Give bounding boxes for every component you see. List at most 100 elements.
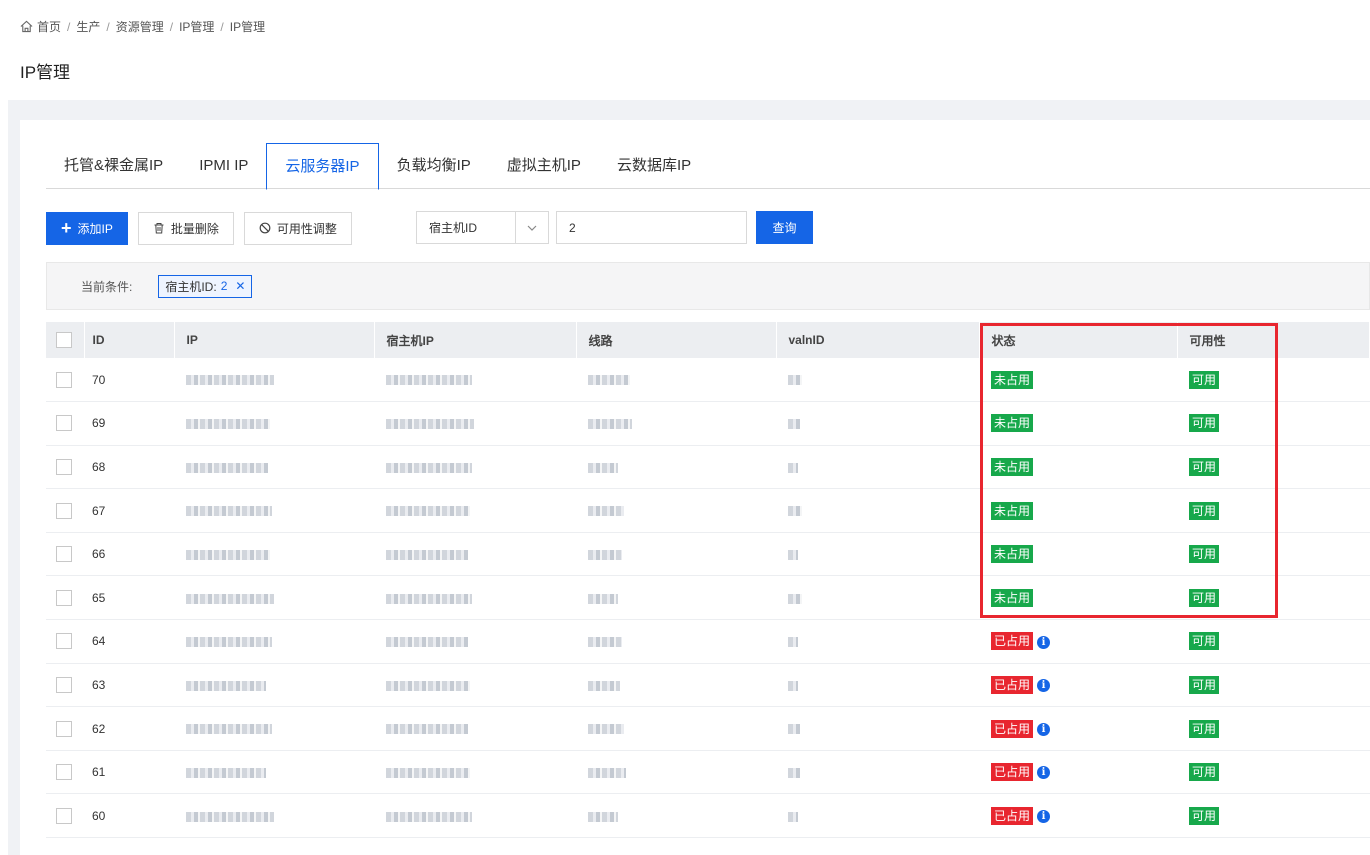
redacted-line [588, 593, 618, 604]
table-row[interactable]: 66 未占用 可用 [46, 532, 1370, 576]
availability-adjust-button[interactable]: 可用性调整 [243, 211, 352, 245]
cell-line [576, 663, 776, 707]
info-icon[interactable]: i [1037, 766, 1051, 780]
table-row[interactable]: 68 未占用 可用 [46, 445, 1370, 489]
cell-vlanid [776, 707, 979, 751]
condition-tag[interactable]: 宿主机ID: 2 ✕ [158, 274, 253, 298]
info-icon[interactable]: i [1037, 635, 1051, 649]
info-icon[interactable]: i [1037, 679, 1051, 693]
cell-id: 67 [92, 503, 106, 518]
cell-line [576, 576, 776, 620]
row-checkbox[interactable] [56, 546, 72, 563]
availability-badge: 可用 [1189, 414, 1220, 433]
breadcrumb-item-home[interactable]: 首页 [37, 18, 61, 35]
redacted-line [588, 637, 622, 648]
table-row[interactable]: 63 已占用 i 可用 [46, 663, 1370, 707]
query-button[interactable]: 查询 [756, 211, 813, 244]
table-row[interactable]: 65 未占用 可用 [46, 576, 1370, 620]
row-checkbox[interactable] [56, 502, 72, 519]
redacted-ip [186, 724, 272, 735]
tab-virtual-host-ip[interactable]: 虚拟主机IP [489, 143, 599, 189]
toolbar: + 添加IP 批量删除 可用性调整 [46, 211, 362, 245]
table-row[interactable]: 70 未占用 可用 [46, 358, 1370, 402]
redacted-vlanid [788, 375, 802, 386]
home-icon[interactable] [20, 20, 33, 33]
cell-status: 未占用 [979, 445, 1177, 489]
redacted-ip [186, 419, 270, 430]
redacted-line [588, 506, 624, 517]
cell-line [576, 445, 776, 489]
table-row[interactable]: 69 未占用 可用 [46, 402, 1370, 446]
tab-cloud-database-ip[interactable]: 云数据库IP [599, 143, 709, 189]
batch-delete-button[interactable]: 批量删除 [137, 211, 234, 245]
availability-badge: 可用 [1189, 763, 1220, 782]
table-row[interactable]: 60 已占用 i 可用 [46, 794, 1370, 838]
cell-id: 66 [92, 547, 106, 562]
redacted-ip [186, 506, 272, 517]
cell-ip [174, 707, 374, 751]
cell-id: 63 [92, 677, 106, 692]
redacted-ip [186, 637, 272, 648]
add-ip-button[interactable]: + 添加IP [46, 211, 128, 245]
table-row[interactable]: 61 已占用 i 可用 [46, 750, 1370, 794]
cell-ip [174, 489, 374, 533]
status-badge: 已占用 [991, 675, 1034, 694]
row-select-cell [46, 358, 84, 402]
row-checkbox[interactable] [56, 589, 72, 606]
chevron-down-icon[interactable] [515, 212, 548, 243]
cell-availability: 可用 [1177, 489, 1370, 533]
redacted-host-ip [386, 550, 468, 560]
cell-line [576, 750, 776, 794]
add-ip-label: 添加IP [77, 221, 113, 236]
tab-hosting-baremetal-ip[interactable]: 托管&裸金属IP [46, 143, 181, 189]
tab-ipmi-ip[interactable]: IPMI IP [181, 143, 266, 189]
cell-line [576, 489, 776, 533]
column-header-vlanid[interactable]: valnID [776, 322, 980, 358]
redacted-ip [186, 550, 270, 560]
table-row[interactable]: 62 已占用 i 可用 [46, 707, 1370, 751]
cell-host-ip [374, 707, 576, 751]
row-checkbox[interactable] [56, 415, 72, 432]
cell-availability: 可用 [1177, 576, 1370, 620]
column-header-status[interactable]: 状态 [979, 322, 1178, 358]
cell-status: 未占用 [979, 402, 1177, 446]
status-badge: 未占用 [991, 370, 1034, 389]
row-checkbox[interactable] [56, 807, 72, 824]
info-icon[interactable]: i [1037, 722, 1051, 736]
column-header-host-ip[interactable]: 宿主机IP [374, 322, 577, 358]
breadcrumb-item-production[interactable]: 生产 [76, 18, 100, 35]
search-input[interactable] [556, 211, 747, 244]
cell-ip [174, 620, 374, 664]
breadcrumb-separator: / [67, 19, 71, 34]
row-checkbox[interactable] [56, 458, 72, 475]
column-header-availability[interactable]: 可用性 [1177, 322, 1370, 358]
select-all-checkbox[interactable] [56, 332, 72, 348]
redacted-line [588, 680, 620, 691]
table-row[interactable]: 64 已占用 i 可用 [46, 620, 1370, 664]
table-row[interactable]: 67 未占用 可用 [46, 489, 1370, 533]
availability-badge: 可用 [1189, 545, 1220, 564]
tab-cloud-server-ip[interactable]: 云服务器IP [266, 143, 379, 190]
row-checkbox[interactable] [56, 371, 72, 388]
tab-load-balancer-ip[interactable]: 负载均衡IP [379, 143, 489, 189]
breadcrumb-item-ip-management[interactable]: IP管理 [179, 18, 214, 35]
cell-vlanid [776, 445, 979, 489]
tab-bar: 托管&裸金属IP IPMI IP 云服务器IP 负载均衡IP 虚拟主机IP 云数… [46, 143, 1370, 190]
row-select-cell [46, 794, 84, 838]
search-field-select[interactable]: 宿主机ID [416, 211, 549, 244]
ban-icon [259, 222, 271, 234]
cell-id: 70 [92, 372, 106, 387]
row-checkbox[interactable] [56, 676, 72, 693]
row-select-cell [46, 707, 84, 751]
info-icon[interactable]: i [1037, 810, 1051, 824]
cell-vlanid [776, 489, 979, 533]
column-header-line[interactable]: 线路 [576, 322, 777, 358]
row-checkbox[interactable] [56, 633, 72, 650]
column-header-ip[interactable]: IP [174, 322, 375, 358]
row-checkbox[interactable] [56, 720, 72, 737]
row-checkbox[interactable] [56, 764, 72, 781]
cell-ip [174, 663, 374, 707]
breadcrumb-item-resources[interactable]: 资源管理 [116, 18, 164, 35]
column-header-id[interactable]: ID [84, 322, 175, 358]
close-icon[interactable]: ✕ [235, 279, 245, 293]
